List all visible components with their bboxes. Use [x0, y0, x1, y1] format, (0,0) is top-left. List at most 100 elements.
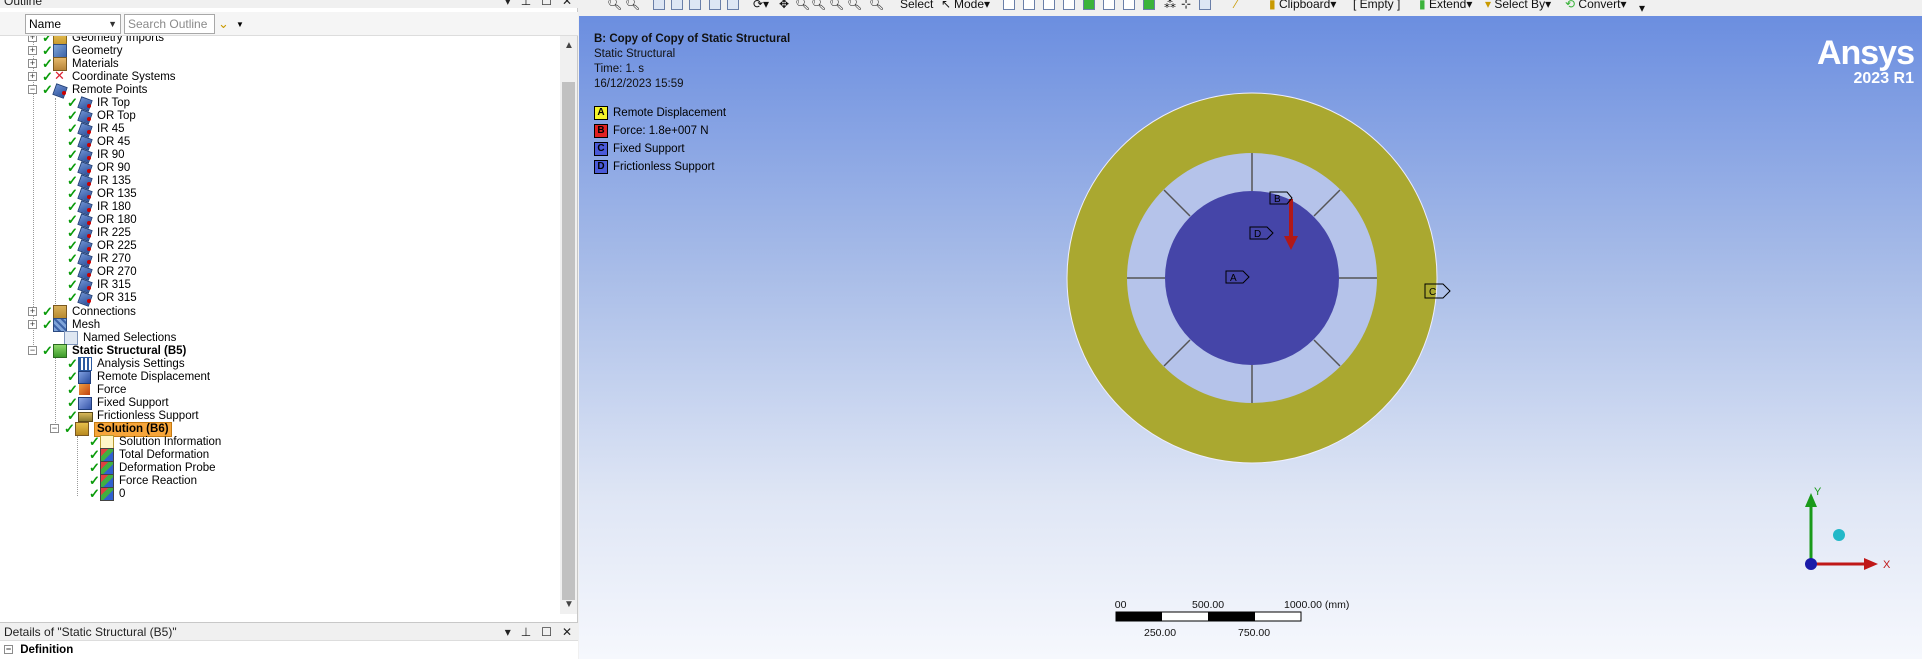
box-zoom-icon[interactable]	[727, 0, 739, 10]
collapse-icon[interactable]: −	[28, 85, 37, 94]
zoom-next-icon[interactable]: 🔍︎	[869, 0, 884, 12]
bc-tag-d-text: D	[1254, 229, 1261, 240]
outline-title: Outline	[4, 0, 43, 8]
scale-label: 250.00	[1144, 627, 1176, 639]
zoom-in-icon[interactable]: 🔍︎	[607, 0, 622, 12]
zoom-icon[interactable]: 🔍︎	[795, 0, 810, 12]
scroll-down-icon[interactable]: ▼	[564, 599, 574, 610]
select-edge-icon[interactable]	[1023, 0, 1035, 10]
maximize-icon[interactable]: ☐	[541, 623, 552, 641]
select-vertex-icon[interactable]	[1003, 0, 1015, 10]
extend-button[interactable]: ▮ Extend▾	[1419, 0, 1472, 12]
mode-label: Mode	[954, 0, 985, 11]
search-outline-input[interactable]	[124, 14, 215, 34]
select-body-icon[interactable]	[1063, 0, 1075, 10]
expand-icon[interactable]: +	[28, 72, 37, 81]
select-button[interactable]: Select	[900, 0, 933, 12]
mode-button[interactable]: Mode▾	[954, 0, 990, 12]
outline-scrollbar[interactable]: ▲ ▼	[560, 36, 577, 614]
extend-icon: ▮	[1419, 0, 1426, 11]
extend-selection-icon[interactable]: ⁂	[1164, 0, 1176, 12]
z-axis-icon	[1805, 558, 1817, 570]
select-mesh-icon[interactable]	[1143, 0, 1155, 10]
expand-icon[interactable]: +	[28, 36, 37, 42]
tree-label: 0	[119, 488, 126, 500]
scale-label: 500.00	[1192, 599, 1224, 611]
display-edges-icon[interactable]	[689, 0, 701, 10]
remote-point-icon	[53, 83, 67, 97]
expand-icon[interactable]: +	[28, 307, 37, 316]
pan-icon[interactable]: ✥	[779, 0, 789, 12]
dropdown-icon[interactable]: ▾	[505, 0, 511, 8]
pick-icon[interactable]: ⊹	[1181, 0, 1191, 12]
collapse-icon[interactable]: −	[50, 424, 59, 433]
scale-label: 750.00	[1238, 627, 1270, 639]
select-node-icon[interactable]	[1083, 0, 1095, 10]
rotate-icon[interactable]: ⟳▾	[753, 0, 769, 12]
hide-icon[interactable]	[1199, 0, 1211, 10]
check-icon: ✓	[42, 82, 53, 97]
chart-icon[interactable]: ⁄	[1235, 0, 1237, 12]
bc-tag-b-text: B	[1274, 194, 1281, 205]
select-element-icon[interactable]	[1103, 0, 1115, 10]
clipboard-icon: ▮	[1269, 0, 1276, 11]
pin-icon[interactable]: ⊥	[521, 0, 531, 8]
close-icon[interactable]: ✕	[562, 0, 572, 8]
outline-panel: Outline ▾ ⊥ ☐ ✕ Name ▼ ⌄ ▼ + ✓ Geometry …	[0, 0, 578, 659]
zoom-fit-icon[interactable]: 🔍︎	[811, 0, 826, 12]
scale-bar-graphic: 0.00 500.00 1000.00 (mm) 250.00 750.00	[1106, 599, 1349, 639]
toolbar-overflow-icon[interactable]: ▾	[1639, 0, 1645, 16]
iso-view-icon[interactable]	[653, 0, 665, 10]
bc-tag-a-text: A	[1230, 273, 1237, 284]
name-select-value: Name	[29, 17, 62, 31]
close-icon[interactable]: ✕	[562, 623, 572, 641]
zoom-out-icon[interactable]: 🔍︎	[625, 0, 640, 12]
scale-label: 1000.00 (mm)	[1284, 599, 1349, 611]
coordinate-triad[interactable]: Y X	[1794, 471, 1914, 581]
remote-point-icon	[78, 291, 92, 305]
outline-filter-bar: Name ▼ ⌄ ▼	[0, 12, 578, 36]
inner-disk[interactable]	[1165, 191, 1339, 365]
zoom-box-icon[interactable]: 🔍︎	[829, 0, 844, 12]
check-icon: ✓	[42, 343, 53, 358]
expand-icon[interactable]: +	[28, 59, 37, 68]
pin-icon[interactable]: ⊥	[521, 623, 531, 641]
extend-label: Extend	[1428, 0, 1467, 11]
maximize-icon[interactable]: ☐	[541, 0, 552, 8]
select-face-icon[interactable]	[1043, 0, 1055, 10]
scroll-thumb[interactable]	[562, 82, 575, 600]
collapse-icon[interactable]: −	[28, 346, 37, 355]
select-element-face-icon[interactable]	[1123, 0, 1135, 10]
details-definition-row[interactable]: − Definition	[0, 640, 578, 659]
name-select[interactable]: Name ▼	[25, 14, 121, 34]
dropdown-icon[interactable]: ▾	[505, 623, 511, 641]
triad-y-label: Y	[1814, 486, 1822, 498]
static-structural-icon	[53, 344, 67, 358]
tree-item-zero[interactable]: ✓ 0	[89, 486, 125, 502]
tree-label: Force Reaction	[119, 475, 197, 487]
x-arrow-icon	[1864, 558, 1878, 570]
model-geometry[interactable]: B D A C	[579, 16, 1922, 659]
clipboard-label: Clipboard	[1278, 0, 1331, 11]
collapse-icon[interactable]: −	[4, 645, 13, 655]
outline-tree: + ✓ Geometry Imports + ✓ Geometry + ✓ Ma…	[0, 36, 560, 614]
expand-icon[interactable]: +	[28, 320, 37, 329]
select-by-label: Select By	[1494, 0, 1546, 11]
select-by-button[interactable]: ▾ Select By▾	[1485, 0, 1551, 12]
graphics-toolbar: 🔍︎ 🔍︎ ⟳▾ ✥ 🔍︎ 🔍︎ 🔍︎ 🔍︎ 🔍︎ Select ↖ Mode▾…	[579, 0, 1922, 16]
filter-dropdown-icon[interactable]: ▼	[236, 20, 244, 29]
scroll-up-icon[interactable]: ▲	[564, 40, 574, 51]
shaded-view-icon[interactable]	[671, 0, 683, 10]
details-title: Details of "Static Structural (B5)"	[4, 625, 177, 639]
filter-icon[interactable]: ⌄	[218, 16, 229, 32]
select-by-icon: ▾	[1485, 0, 1492, 11]
details-definition-label: Definition	[20, 644, 74, 656]
check-icon: ✓	[64, 421, 75, 436]
graphics-viewport[interactable]: B: Copy of Copy of Static Structural Sta…	[579, 16, 1922, 659]
select-mode-icon[interactable]: ↖	[941, 0, 951, 12]
expand-icon[interactable]: +	[28, 46, 37, 55]
zoom-previous-icon[interactable]: 🔍︎	[847, 0, 862, 12]
convert-button[interactable]: ⟲ Convert▾	[1565, 0, 1626, 12]
box-select-icon[interactable]	[709, 0, 721, 10]
clipboard-button[interactable]: ▮ Clipboard▾	[1269, 0, 1336, 12]
